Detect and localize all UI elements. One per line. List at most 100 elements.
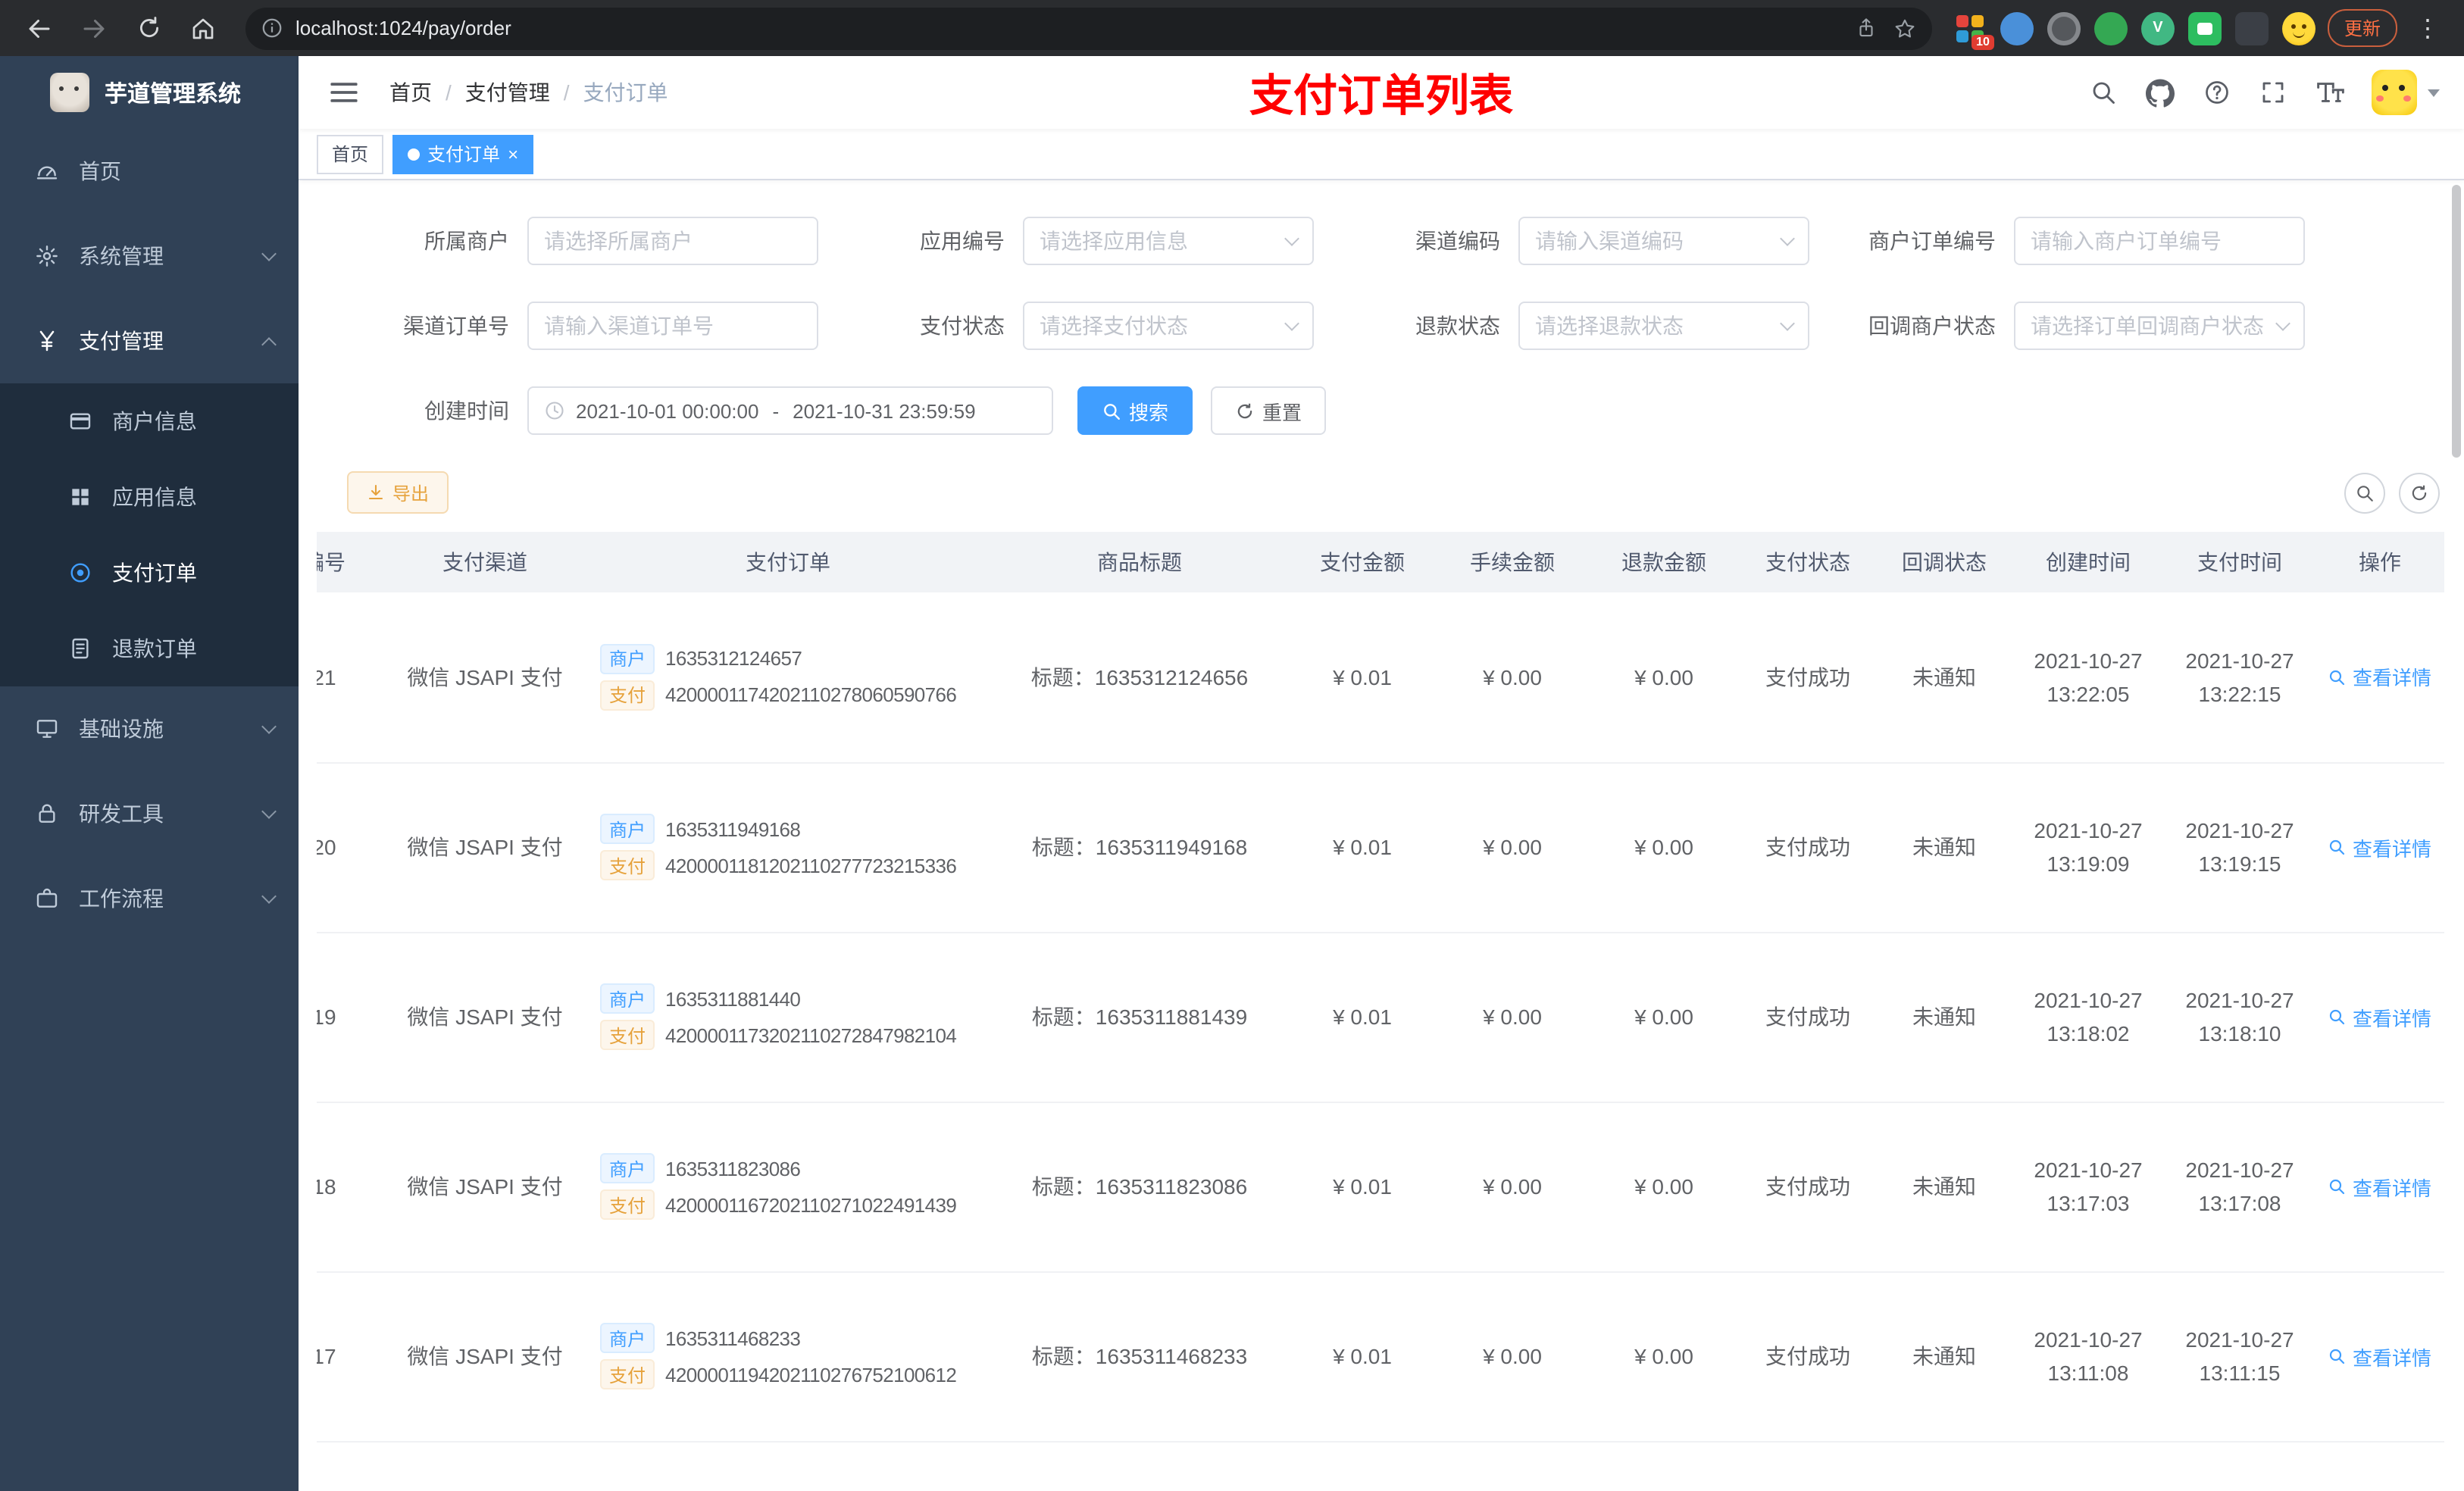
sidebar-item-payment[interactable]: 支付管理 [0,299,299,383]
sidebar-item-dev-tools[interactable]: 研发工具 [0,771,299,856]
extension-vue-devtools-icon[interactable]: V [2140,11,2175,45]
status-badge: 支付成功 [1740,762,1876,933]
avatar [2372,70,2417,115]
pay-status-select[interactable]: 请选择支付状态 [1023,302,1314,350]
extension-colorful-icon[interactable]: 10 [1953,11,1994,49]
filter-form: 所属商户 请选择所属商户 应用编号 请选择应用信息 渠道编码 请输入渠道编码 商… [317,180,2446,471]
filter-field-refund-status: 退款状态 请选择退款状态 [1332,302,1828,350]
magnifier-icon [2330,1349,2346,1364]
chevron-down-icon [261,719,277,734]
sidebar-item-home[interactable]: 首页 [0,129,299,214]
page-scrollbar[interactable] [2452,185,2461,458]
merchant-order-no-input[interactable]: 请输入商户订单编号 [2014,217,2305,265]
payment-submenu: 商户信息 应用信息 支付订单 退款订单 [0,383,299,686]
app-select[interactable]: 请选择应用信息 [1023,217,1314,265]
breadcrumb-pay-manage[interactable]: 支付管理 [465,77,550,108]
filter-field-create-time: 创建时间 2021-10-01 00:00:00 - 2021-10-31 23… [341,386,1327,435]
view-detail-link[interactable]: 查看详情 [2328,663,2431,692]
sidebar-item-refund-order[interactable]: 退款订单 [0,611,299,686]
table-row: 18 微信 JSAPI 支付 商户1635311823086 支付4200001… [317,1102,2444,1272]
sidebar-item-pay-order[interactable]: 支付订单 [0,535,299,611]
channel-code-select[interactable]: 请输入渠道编码 [1518,217,1809,265]
table-row: 商户1635311157866 [317,1441,2444,1491]
search-button[interactable]: 搜索 [1077,386,1193,435]
refresh-icon [2412,484,2427,500]
sidebar-item-merchant-info[interactable]: 商户信息 [0,383,299,459]
date-range-input[interactable]: 2021-10-01 00:00:00 - 2021-10-31 23:59:5… [527,386,1053,435]
browser-home-button[interactable] [182,7,224,49]
refresh-icon [139,17,158,38]
grid-icon [67,485,94,509]
filter-field-app-id: 应用编号 请选择应用信息 [836,217,1332,265]
bookmark-star-icon[interactable] [1893,16,1917,40]
app-logo[interactable]: 芋道管理系统 [0,56,299,129]
browser-forward-button[interactable] [73,7,115,49]
view-detail-link[interactable]: 查看详情 [2328,1002,2431,1031]
toggle-search-button[interactable] [2344,472,2385,513]
tab-home[interactable]: 首页 [317,134,384,173]
magnifier-icon [2330,670,2346,685]
header-search-icon[interactable] [2087,76,2120,109]
table-row: 21 微信 JSAPI 支付 商户1635312124657 支付4200001… [317,592,2444,763]
download-icon [368,484,383,500]
browser-back-button[interactable] [18,7,61,49]
pay-tag: 支付 [600,1189,655,1220]
view-detail-link[interactable]: 查看详情 [2328,1342,2431,1371]
browser-menu-icon[interactable]: ⋮ [2409,13,2446,43]
extension-green-icon[interactable] [2093,11,2128,45]
extension-globe-icon[interactable] [2047,11,2081,45]
sidebar-item-app-info[interactable]: 应用信息 [0,459,299,535]
reset-button[interactable]: 重置 [1211,386,1327,435]
close-icon[interactable]: × [508,145,518,163]
view-detail-link[interactable]: 查看详情 [2328,833,2431,861]
channel-order-no-input[interactable]: 请输入渠道订单号 [527,302,818,350]
extension-pin-icon[interactable] [2000,11,2034,45]
page-title: 支付订单列表 [1249,73,1514,121]
fullscreen-icon[interactable] [2256,76,2290,109]
browser-update-button[interactable]: 更新 [2327,9,2397,47]
table-header-row: 编号 支付渠道 支付订单 商品标题 支付金额 手续金额 退款金额 支付状态 回调… [317,532,2444,592]
view-detail-link[interactable]: 查看详情 [2328,1172,2431,1201]
tab-pay-order[interactable]: 支付订单 × [392,134,534,173]
refresh-table-button[interactable] [2399,472,2440,513]
help-icon[interactable] [2200,76,2234,109]
magnifier-icon [2330,839,2346,855]
caret-down-icon [2428,89,2440,96]
sidebar-item-workflow[interactable]: 工作流程 [0,856,299,941]
table-row: 19 微信 JSAPI 支付 商户1635311881440 支付4200001… [317,932,2444,1102]
site-info-icon[interactable] [261,17,283,39]
pay-tag: 支付 [600,1020,655,1050]
dashboard-icon [33,159,61,183]
monitor-icon [33,717,61,741]
export-button[interactable]: 导出 [347,471,449,514]
pay-tag: 支付 [600,680,655,711]
font-size-icon[interactable] [2312,76,2349,109]
merchant-tag: 商户 [600,1323,655,1353]
pay-tag: 支付 [600,850,655,880]
github-icon[interactable] [2143,75,2178,110]
address-bar[interactable]: localhost:1024/pay/order [245,7,1932,49]
refund-status-select[interactable]: 请选择退款状态 [1518,302,1809,350]
extension-dark-icon[interactable] [2234,11,2269,45]
chevron-down-icon [1780,316,1795,331]
chevron-down-icon [261,246,277,261]
share-icon[interactable] [1855,17,1878,39]
merchant-select[interactable]: 请选择所属商户 [527,217,818,265]
active-dot-icon [408,148,421,160]
chevron-down-icon [1284,316,1299,331]
extension-emoji-icon[interactable] [2281,11,2315,45]
filter-field-notify-status: 回调商户状态 请选择订单回调商户状态 [1828,302,2323,350]
sidebar-item-system[interactable]: 系统管理 [0,214,299,299]
notify-status-select[interactable]: 请选择订单回调商户状态 [2014,302,2305,350]
hamburger-icon[interactable] [323,74,365,111]
browser-refresh-button[interactable] [127,7,170,49]
merchant-tag: 商户 [600,983,655,1014]
user-menu[interactable] [2372,70,2440,115]
merchant-tag: 商户 [600,1153,655,1183]
filter-field-pay-status: 支付状态 请选择支付状态 [836,302,1332,350]
sidebar-item-infra[interactable]: 基础设施 [0,686,299,771]
merchant-tag: 商户 [600,814,655,844]
extension-chat-icon[interactable] [2187,11,2222,45]
search-icon [2357,485,2373,501]
breadcrumb-home[interactable]: 首页 [389,77,432,108]
